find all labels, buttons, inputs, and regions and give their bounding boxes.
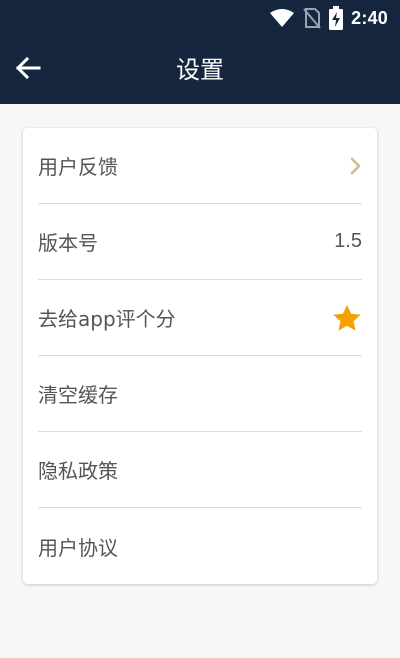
app-bar: 设置	[0, 36, 400, 104]
settings-item-version[interactable]: 版本号 1.5	[38, 204, 362, 280]
chevron-right-icon	[350, 157, 362, 175]
settings-item-privacy-policy[interactable]: 隐私政策	[38, 432, 362, 508]
settings-item-label: 用户协议	[38, 535, 118, 560]
settings-item-feedback[interactable]: 用户反馈	[38, 128, 362, 204]
settings-card: 用户反馈 版本号 1.5 去给app评个分 清空缓存 隐私政策 用户协议	[23, 128, 377, 584]
settings-item-label: 去给app评个分	[38, 307, 176, 331]
no-sim-icon	[303, 7, 321, 29]
back-button[interactable]	[6, 48, 50, 92]
status-icons: 2:40	[269, 0, 388, 36]
settings-item-rate-app[interactable]: 去给app评个分	[38, 280, 362, 356]
status-time: 2:40	[351, 7, 388, 28]
arrow-left-icon	[15, 56, 41, 84]
settings-item-label: 版本号	[38, 231, 98, 255]
settings-item-label: 用户反馈	[38, 155, 118, 179]
page-title: 设置	[176, 56, 224, 84]
status-bar: 2:40	[0, 0, 400, 36]
settings-item-label: 隐私政策	[38, 459, 118, 483]
wifi-icon	[269, 8, 295, 28]
settings-item-clear-cache[interactable]: 清空缓存	[38, 356, 362, 432]
star-icon	[332, 304, 362, 332]
settings-item-label: 清空缓存	[38, 383, 118, 407]
battery-charging-icon	[329, 6, 344, 30]
settings-item-user-agreement[interactable]: 用户协议	[38, 508, 362, 584]
version-value: 1.5	[334, 230, 362, 252]
